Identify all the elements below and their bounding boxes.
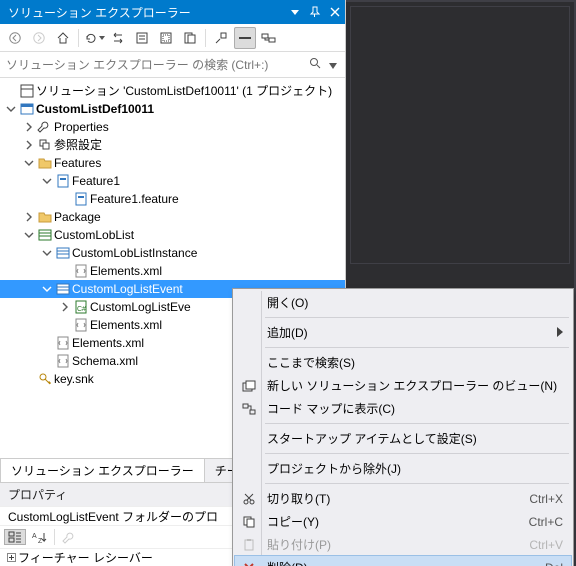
menu-copy[interactable]: コピー(Y) Ctrl+C [235, 510, 571, 533]
menu-codemap[interactable]: コード マップに表示(C) [235, 397, 571, 420]
expander-collapsed-icon[interactable] [22, 212, 36, 222]
xml-file-icon [72, 264, 90, 278]
properties-button[interactable] [210, 27, 232, 49]
forward-button[interactable] [28, 27, 50, 49]
panel-toolbar [0, 24, 345, 52]
search-options-icon[interactable] [325, 58, 341, 72]
search-input[interactable] [4, 57, 305, 73]
feature-file-icon [72, 192, 90, 206]
expander-icon[interactable] [22, 158, 36, 168]
xml-file-icon [54, 336, 72, 350]
references-icon [36, 138, 54, 152]
expander-icon[interactable] [22, 230, 36, 240]
menu-separator [265, 483, 569, 484]
tree-node-solution[interactable]: ソリューション 'CustomListDef10011' (1 プロジェクト) [0, 82, 345, 100]
csproj-icon [18, 102, 36, 116]
properties-title: プロパティ [8, 486, 67, 503]
menu-separator [265, 347, 569, 348]
menu-separator [265, 317, 569, 318]
toggle-button[interactable] [234, 27, 256, 49]
xml-file-icon [54, 354, 72, 368]
list-green-icon [36, 228, 54, 242]
menu-new-view[interactable]: 新しい ソリューション エクスプローラー のビュー(N) [235, 374, 571, 397]
expander-icon[interactable] [40, 248, 54, 258]
expander-icon[interactable] [40, 284, 54, 294]
tree-node-feature1[interactable]: Feature1 [0, 172, 345, 190]
shortcut-label: Ctrl+C [529, 515, 563, 529]
home-button[interactable] [52, 27, 74, 49]
list-blue-icon [54, 282, 72, 296]
collapse-button[interactable] [131, 27, 153, 49]
solution-icon [18, 84, 36, 98]
feature-icon [54, 174, 72, 188]
codemap-icon [239, 403, 259, 415]
tree-node-package[interactable]: Package [0, 208, 345, 226]
tab-solution-explorer[interactable]: ソリューション エクスプローラー [0, 458, 205, 482]
csharp-file-icon: C# [72, 300, 90, 314]
tree-node-feature1-file[interactable]: Feature1.feature [0, 190, 345, 208]
pin-icon[interactable] [305, 7, 325, 17]
menu-separator [265, 423, 569, 424]
shortcut-label: Ctrl+X [529, 492, 563, 506]
back-button[interactable] [4, 27, 26, 49]
tree-node-customloblistinstance[interactable]: CustomLobListInstance [0, 244, 345, 262]
panel-title-bar: ソリューション エクスプローラー [0, 0, 345, 24]
tree-node-references[interactable]: 参照設定 [0, 136, 345, 154]
menu-exclude[interactable]: プロジェクトから除外(J) [235, 457, 571, 480]
panel-dropdown-icon[interactable] [285, 8, 305, 16]
shortcut-label: Ctrl+V [529, 538, 563, 552]
refresh-button[interactable] [83, 27, 105, 49]
submenu-arrow-icon [557, 326, 563, 340]
tree-node-elements-1[interactable]: Elements.xml [0, 262, 345, 280]
search-bar [0, 52, 345, 78]
context-menu: 開く(O) 追加(D) ここまで検索(S) 新しい ソリューション エクスプロー… [232, 288, 574, 566]
tree-node-project[interactable]: CustomListDef10011 [0, 100, 345, 118]
cut-icon [239, 493, 259, 505]
search-icon[interactable] [305, 57, 325, 72]
menu-cut[interactable]: 切り取り(T) Ctrl+X [235, 487, 571, 510]
menu-paste: 貼り付け(P) Ctrl+V [235, 533, 571, 556]
menu-delete[interactable]: 削除(D) Del [235, 556, 571, 566]
list-blue-icon [54, 246, 72, 260]
tree-node-customloblist[interactable]: CustomLobList [0, 226, 345, 244]
prop-alpha-button[interactable]: AZ [28, 529, 50, 545]
svg-text:C#: C# [77, 306, 86, 313]
menu-scope-to-this[interactable]: ここまで検索(S) [235, 351, 571, 374]
expander-collapsed-icon[interactable] [22, 140, 36, 150]
editor-empty [350, 6, 570, 264]
menu-startup[interactable]: スタートアップ アイテムとして設定(S) [235, 427, 571, 450]
menu-add[interactable]: 追加(D) [235, 321, 571, 344]
expander-icon[interactable] [4, 104, 18, 114]
view-class-button[interactable] [258, 27, 280, 49]
folder-icon [36, 156, 54, 170]
xml-file-icon [72, 318, 90, 332]
svg-text:A: A [32, 533, 37, 540]
menu-separator [265, 453, 569, 454]
prop-wrench-button[interactable] [59, 529, 79, 545]
new-view-icon [239, 380, 259, 392]
preview-button[interactable] [179, 27, 201, 49]
close-icon[interactable] [325, 7, 345, 17]
expander-collapsed-icon[interactable] [58, 302, 72, 312]
key-icon [36, 372, 54, 386]
expander-collapsed-icon[interactable] [22, 122, 36, 132]
expander-plus-icon[interactable] [4, 553, 18, 562]
menu-open[interactable]: 開く(O) [235, 291, 571, 314]
delete-icon [239, 562, 259, 566]
tree-node-features[interactable]: Features [0, 154, 345, 172]
tree-node-properties[interactable]: Properties [0, 118, 345, 136]
sync-button[interactable] [107, 27, 129, 49]
expander-icon[interactable] [40, 176, 54, 186]
copy-icon [239, 516, 259, 528]
wrench-icon [36, 120, 54, 134]
shortcut-label: Del [545, 561, 563, 566]
paste-icon [239, 539, 259, 551]
showall-button[interactable] [155, 27, 177, 49]
folder-icon [36, 210, 54, 224]
prop-categorized-button[interactable] [4, 529, 26, 545]
panel-title: ソリューション エクスプローラー [8, 4, 285, 21]
